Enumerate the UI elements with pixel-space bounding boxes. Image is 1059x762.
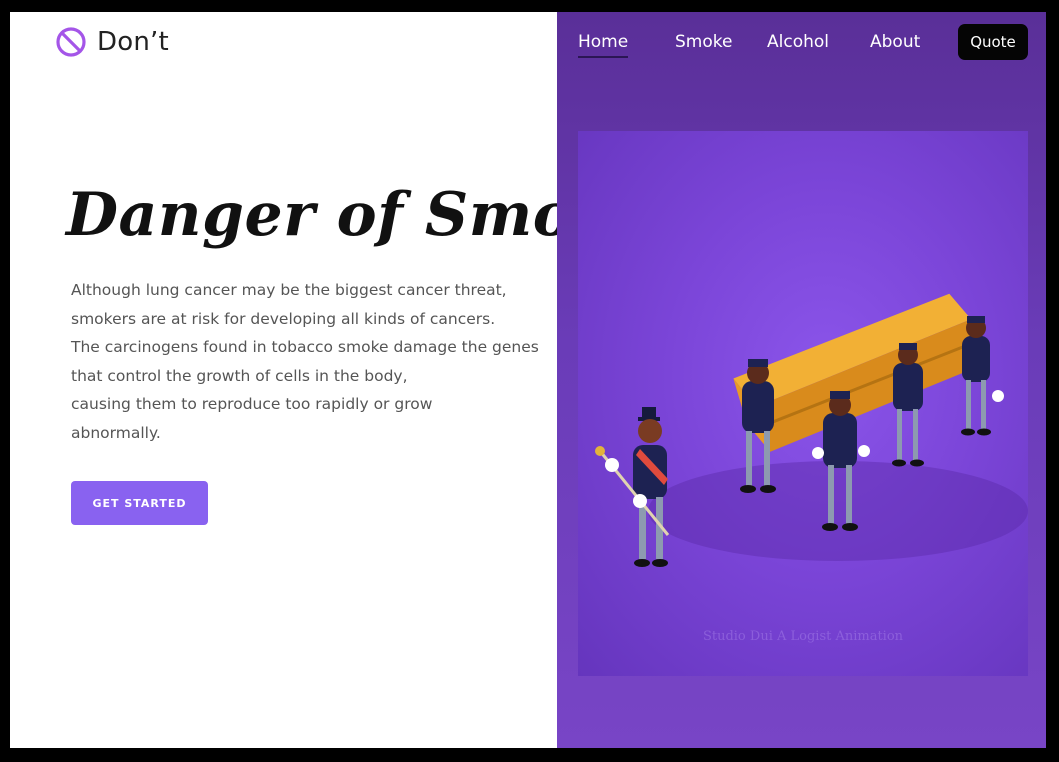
description-line: The carcinogens found in tobacco smoke d…: [71, 338, 539, 356]
description-line: smokers are at risk for developing all k…: [71, 309, 496, 328]
get-started-button[interactable]: GET STARTED: [71, 481, 208, 525]
media-panel: Home Smoke Alcohol About Quote Studio Du…: [557, 12, 1046, 748]
image-watermark: Studio Dui A Logist Animation: [702, 629, 904, 644]
description-line: that control the growth of cells in the …: [71, 366, 408, 385]
nav-item-alcohol[interactable]: Alcohol: [767, 32, 829, 52]
nav-item-about[interactable]: About: [870, 32, 920, 52]
brand-logo[interactable]: Don’t: [55, 26, 169, 58]
nav-item-smoke[interactable]: Smoke: [675, 32, 732, 52]
description-line: abnormally.: [71, 423, 161, 442]
hero-panel: Don’t Danger of Smoking Although lung ca…: [10, 12, 725, 748]
top-nav: Home Smoke Alcohol About Quote: [557, 12, 1046, 72]
coffin-dance-image: [595, 293, 1028, 567]
hero-description: Although lung cancer may be the biggest …: [71, 276, 551, 447]
quote-button[interactable]: Quote: [958, 24, 1028, 60]
page: Don’t Danger of Smoking Although lung ca…: [10, 12, 1046, 748]
description-line: causing them to reproduce too rapidly or…: [71, 395, 433, 413]
prohibited-icon: [56, 27, 86, 57]
description-line: Although lung cancer may be the biggest …: [71, 281, 507, 299]
nav-item-home[interactable]: Home: [578, 32, 629, 58]
coffin-dance-illustration: Studio Dui A Logist Animation: [578, 131, 1028, 676]
brand-name: Don’t: [97, 27, 169, 57]
